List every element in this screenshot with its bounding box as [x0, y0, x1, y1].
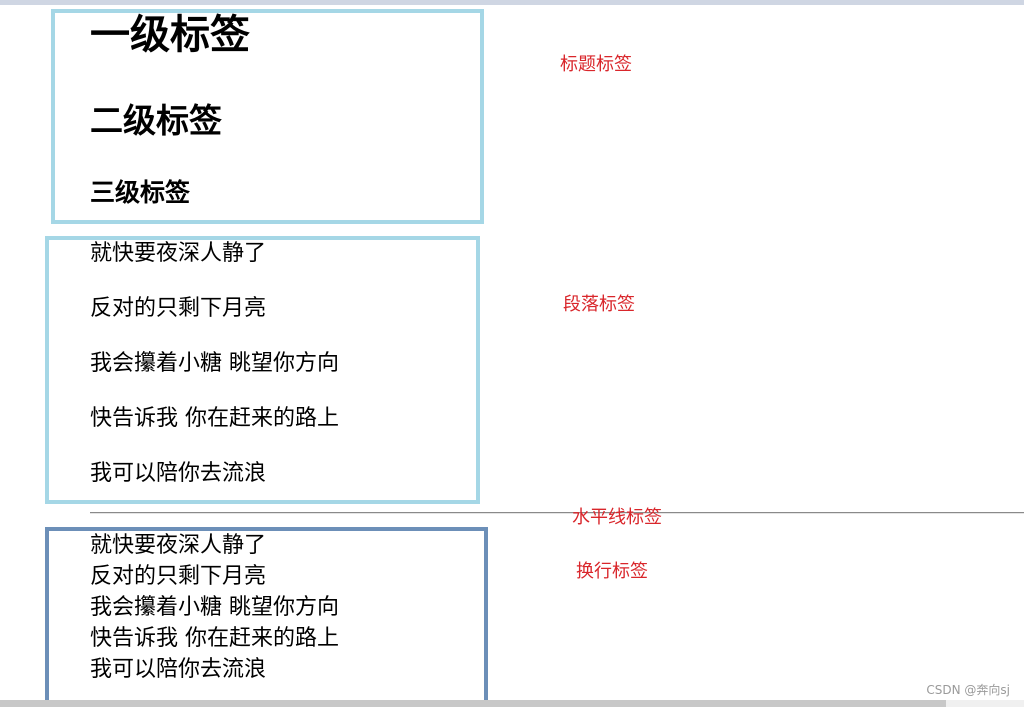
annotation-line-break: 换行标签 [576, 561, 648, 582]
annotation-paragraphs: 段落标签 [563, 294, 635, 315]
paragraph: 就快要夜深人静了 [90, 241, 267, 266]
line-break-line: 反对的只剩下月亮 [90, 564, 267, 589]
scrollbar-track-end [946, 700, 1024, 707]
heading-level-2: 二级标签 [90, 101, 222, 140]
paragraph: 快告诉我 你在赶来的路上 [90, 406, 339, 431]
watermark: CSDN @奔向sj [926, 683, 1010, 697]
line-break-line: 快告诉我 你在赶来的路上 [90, 626, 339, 651]
horizontal-scrollbar[interactable] [0, 700, 946, 707]
line-break-line: 就快要夜深人静了 [90, 533, 267, 558]
top-strip [0, 0, 1024, 5]
annotation-headings: 标题标签 [560, 54, 632, 75]
heading-level-3: 三级标签 [90, 178, 191, 207]
page: 一级标签 二级标签 三级标签 就快要夜深人静了 反对的只剩下月亮 我会攥着小糖 … [0, 0, 1024, 707]
annotation-horizontal-rule: 水平线标签 [572, 507, 662, 528]
paragraph: 反对的只剩下月亮 [90, 296, 267, 321]
line-break-line: 我会攥着小糖 眺望你方向 [90, 595, 339, 620]
paragraph: 我会攥着小糖 眺望你方向 [90, 351, 339, 376]
line-break-block: 就快要夜深人静了 反对的只剩下月亮 我会攥着小糖 眺望你方向 快告诉我 你在赶来… [90, 530, 339, 685]
line-break-line: 我可以陪你去流浪 [90, 657, 267, 682]
heading-level-1: 一级标签 [90, 12, 250, 58]
paragraph: 我可以陪你去流浪 [90, 461, 267, 486]
horizontal-rule [90, 512, 1024, 514]
